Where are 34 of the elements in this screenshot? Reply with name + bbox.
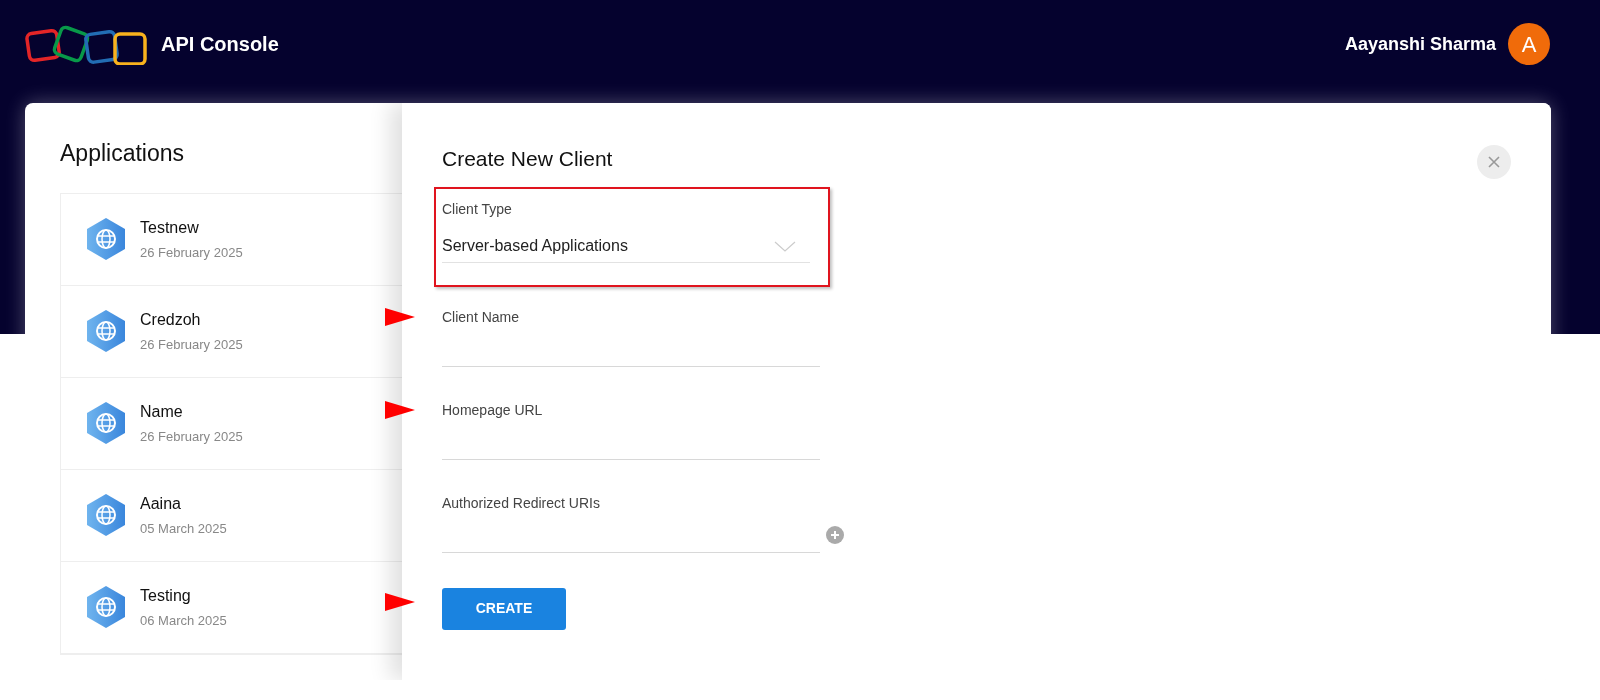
application-item[interactable]: Aaina 05 March 2025: [61, 469, 402, 562]
application-date: 26 February 2025: [140, 335, 243, 354]
dropdown-value: Server-based Applications: [442, 236, 628, 256]
field-label: Client Name: [442, 307, 520, 327]
application-date: 06 March 2025: [140, 611, 227, 630]
application-name: Name: [140, 401, 184, 422]
application-date: 26 February 2025: [140, 427, 243, 446]
globe-icon: [86, 585, 126, 629]
panel-title: Applications: [60, 139, 186, 168]
globe-icon: [86, 493, 126, 537]
close-button[interactable]: [1477, 145, 1511, 179]
add-button[interactable]: [826, 525, 844, 544]
field-label: Client Type: [442, 199, 512, 219]
globe-icon: [86, 217, 126, 261]
application-date: 05 March 2025: [140, 519, 227, 538]
globe-icon: [86, 309, 126, 353]
create-button[interactable]: CREATE: [442, 587, 566, 630]
application-name: Testnew: [140, 217, 200, 238]
globe-icon: [86, 401, 126, 445]
chevron-down-icon: [774, 240, 796, 252]
application-date: 26 February 2025: [140, 243, 243, 262]
close-icon: [1488, 156, 1500, 168]
dialog-title: Create New Client: [442, 146, 613, 172]
plus-icon: [830, 529, 840, 540]
application-name: Testing: [140, 585, 192, 606]
field-label: Homepage URL: [442, 400, 543, 420]
user-name: Aayanshi Sharma: [1344, 32, 1496, 56]
application-name: Aaina: [140, 493, 182, 514]
application-item[interactable]: Testnew 26 February 2025: [61, 193, 402, 286]
field-label: Authorized Redirect URIs: [442, 493, 600, 513]
application-name: Credzoh: [140, 309, 202, 330]
product-name: API Console: [161, 32, 279, 57]
logo-icon: [25, 23, 149, 65]
client-type-dropdown[interactable]: Server-based Applications: [442, 230, 810, 263]
